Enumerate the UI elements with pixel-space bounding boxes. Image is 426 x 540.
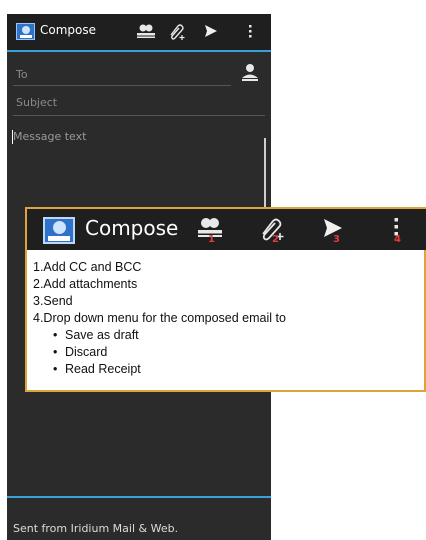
attachment-icon[interactable] [167, 22, 187, 40]
callout-number-3: 3 [333, 234, 340, 245]
globe-shape [53, 221, 66, 234]
page-title: Compose [40, 23, 97, 37]
subject-field[interactable]: Subject [13, 94, 265, 116]
sub-item-label: Discard [65, 345, 108, 359]
callout-box: Compose 1 2 3 4 1.Add CC and BCC 2.Add a… [25, 207, 426, 392]
add-cc-bcc-icon[interactable] [135, 22, 157, 40]
callout-number-2: 2 [272, 234, 279, 245]
app-logo-icon [43, 217, 75, 244]
bullet: • [53, 328, 58, 342]
sub-item-label: Read Receipt [65, 362, 141, 376]
signature-text: Sent from Iridium Mail & Web. [13, 522, 179, 535]
add-contact-icon[interactable] [239, 62, 261, 82]
sub-list-item: • Read Receipt [33, 361, 286, 378]
callout-number-1: 1 [208, 234, 215, 245]
to-row: To [7, 52, 271, 94]
scrollbar[interactable] [264, 138, 266, 210]
sub-list-item: • Discard [33, 344, 286, 361]
logo-base [48, 236, 70, 241]
list-item: 3.Send [33, 294, 73, 308]
bullet: • [53, 362, 58, 376]
callout-number-4: 4 [394, 234, 401, 245]
bullet: • [53, 345, 58, 359]
sub-list-item: • Save as draft [33, 327, 286, 344]
action-bar: Compose [7, 14, 271, 50]
app-logo-icon[interactable] [16, 23, 35, 40]
to-field[interactable]: To [13, 62, 231, 86]
message-placeholder: Message text [13, 130, 87, 143]
list-item: 2.Add attachments [33, 277, 138, 291]
sub-item-label: Save as draft [65, 328, 139, 342]
signature-divider [7, 496, 271, 498]
list-item: 4.Drop down menu for the composed email … [33, 311, 286, 325]
list-item: 1.Add CC and BCC [33, 260, 142, 274]
callout-list: 1.Add CC and BCC 2.Add attachments 3.Sen… [33, 259, 286, 378]
globe-shape [22, 26, 30, 34]
send-icon[interactable] [203, 22, 219, 40]
callout-title: Compose [85, 216, 179, 240]
logo-base [20, 35, 32, 38]
callout-action-bar: Compose 1 2 3 4 [27, 209, 426, 250]
overflow-menu-icon[interactable] [247, 22, 253, 40]
